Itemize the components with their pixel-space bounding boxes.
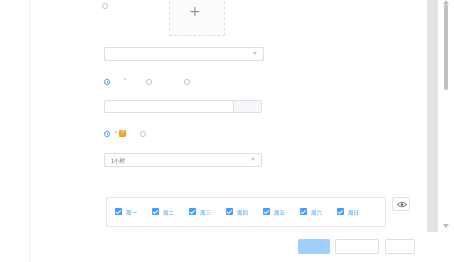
checkbox-checked-icon bbox=[189, 208, 196, 215]
chevron-down-icon bbox=[251, 158, 255, 161]
form-panel: + * * ? 1小时 周一 周二 周三 周四 周五 周六 周日 bbox=[30, 0, 427, 262]
radio-dot bbox=[104, 78, 110, 85]
preview-button[interactable] bbox=[392, 197, 410, 211]
weekday-checkbox-group: 周一 周二 周三 周四 周五 周六 周日 bbox=[106, 197, 386, 227]
schedule-hint bbox=[104, 184, 110, 190]
left-sidebar bbox=[0, 0, 30, 262]
required-mark: * bbox=[114, 130, 117, 137]
right-gutter bbox=[427, 0, 438, 232]
save-and-publish-button[interactable] bbox=[335, 239, 379, 254]
plus-icon: + bbox=[189, 4, 201, 20]
category-select[interactable] bbox=[104, 47, 264, 61]
checkbox-checked-icon bbox=[300, 208, 307, 215]
required-mark: * bbox=[123, 78, 126, 84]
search-button[interactable] bbox=[233, 101, 261, 112]
checkbox-checked-icon bbox=[337, 208, 344, 215]
duration-select[interactable]: 1小时 bbox=[104, 153, 262, 167]
scrollbar[interactable] bbox=[438, 0, 454, 262]
chevron-down-icon bbox=[253, 52, 257, 55]
checkbox-checked-icon bbox=[226, 208, 233, 215]
checkbox-checked-icon bbox=[152, 208, 159, 215]
scroll-down-icon[interactable] bbox=[443, 224, 449, 228]
checkbox-checked-icon bbox=[263, 208, 270, 215]
scroll-thumb[interactable] bbox=[444, 4, 448, 90]
radio-dot bbox=[184, 78, 190, 85]
range-label: * bbox=[60, 78, 128, 84]
range-search-input[interactable] bbox=[104, 100, 262, 113]
radio-dot bbox=[146, 78, 152, 85]
eye-icon bbox=[397, 201, 407, 208]
image-upload-box[interactable]: + bbox=[169, 0, 225, 36]
question-icon[interactable]: ? bbox=[119, 130, 126, 137]
cancel-button[interactable] bbox=[385, 239, 415, 254]
cover-radio[interactable] bbox=[102, 3, 108, 9]
save-button[interactable] bbox=[298, 239, 330, 254]
search-input[interactable] bbox=[105, 101, 227, 112]
radio-dot bbox=[140, 130, 146, 137]
duration-value: 1小时 bbox=[111, 159, 126, 165]
sync-label: *? bbox=[60, 130, 128, 137]
radio-dot bbox=[104, 130, 110, 137]
checkbox-checked-icon bbox=[115, 208, 122, 215]
